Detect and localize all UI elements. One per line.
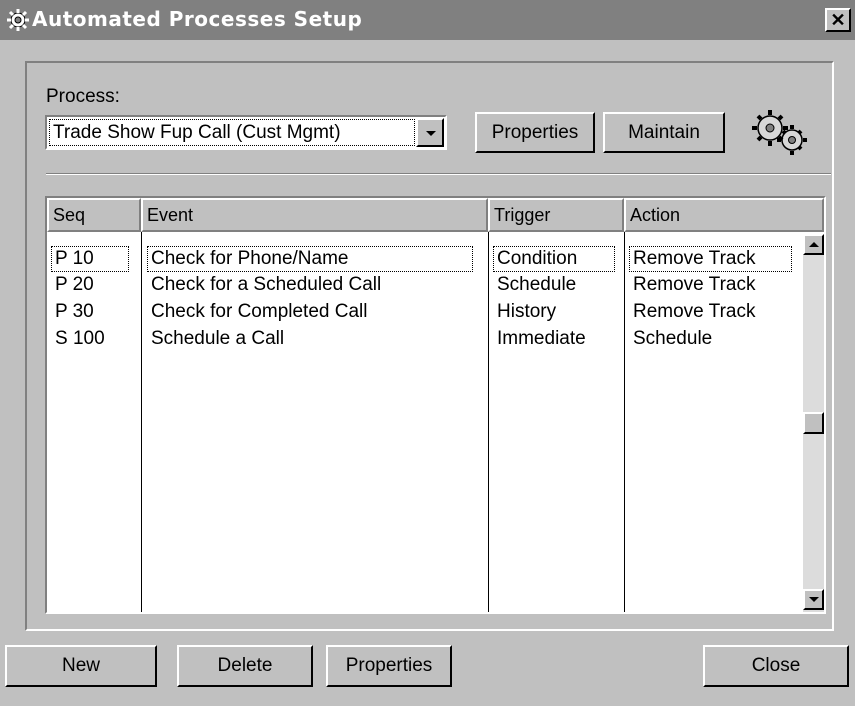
cell-seq: P 20 bbox=[55, 274, 94, 295]
column-divider bbox=[624, 232, 625, 612]
column-header-trigger[interactable]: Trigger bbox=[488, 198, 624, 232]
cell-event: Check for a Scheduled Call bbox=[151, 274, 382, 295]
scroll-down-button[interactable] bbox=[803, 589, 824, 610]
close-icon: ✕ bbox=[830, 10, 846, 30]
close-window-button[interactable]: ✕ bbox=[825, 8, 851, 32]
column-divider bbox=[141, 232, 142, 612]
event-list[interactable]: Seq Event Trigger Action P 10 Check for … bbox=[45, 196, 826, 614]
separator bbox=[46, 173, 831, 175]
cell-trigger: Condition bbox=[493, 246, 615, 272]
cell-event: Check for Completed Call bbox=[151, 301, 368, 322]
cell-action: Remove Track bbox=[633, 274, 756, 295]
vertical-scrollbar[interactable] bbox=[803, 234, 824, 612]
title-bar[interactable]: Automated Processes Setup ✕ bbox=[0, 0, 855, 40]
gears-icon bbox=[752, 110, 807, 155]
cell-trigger: History bbox=[497, 301, 557, 322]
cell-trigger: Immediate bbox=[497, 328, 586, 349]
cell-seq: S 100 bbox=[55, 328, 105, 349]
dropdown-button[interactable] bbox=[416, 118, 444, 147]
cell-seq: P 30 bbox=[55, 301, 94, 322]
cell-action: Schedule bbox=[633, 328, 713, 349]
process-dropdown[interactable]: Trade Show Fup Call (Cust Mgmt) bbox=[45, 115, 447, 150]
delete-button[interactable]: Delete bbox=[177, 645, 313, 687]
close-button[interactable]: Close bbox=[703, 645, 849, 687]
process-properties-button[interactable]: Properties bbox=[475, 112, 595, 153]
cell-action: Remove Track bbox=[629, 246, 792, 272]
chevron-down-icon bbox=[809, 597, 819, 602]
column-header-seq[interactable]: Seq bbox=[47, 198, 141, 232]
cell-trigger: Schedule bbox=[497, 274, 577, 295]
cell-seq: P 10 bbox=[51, 246, 129, 272]
process-selected-value[interactable]: Trade Show Fup Call (Cust Mgmt) bbox=[49, 119, 415, 146]
column-header-event[interactable]: Event bbox=[141, 198, 488, 232]
column-divider bbox=[488, 232, 489, 612]
new-button[interactable]: New bbox=[5, 645, 157, 687]
scroll-up-button[interactable] bbox=[803, 234, 824, 255]
cell-event: Schedule a Call bbox=[151, 328, 285, 349]
process-label: Process: bbox=[46, 86, 120, 107]
gear-icon bbox=[7, 9, 29, 31]
window-title: Automated Processes Setup bbox=[32, 7, 363, 31]
scroll-thumb[interactable] bbox=[803, 412, 824, 434]
maintain-button[interactable]: Maintain bbox=[603, 112, 725, 153]
chevron-up-icon bbox=[809, 242, 819, 247]
cell-action: Remove Track bbox=[633, 301, 756, 322]
chevron-down-icon bbox=[426, 131, 436, 136]
column-header-action[interactable]: Action bbox=[624, 198, 824, 232]
properties-button[interactable]: Properties bbox=[326, 645, 452, 687]
cell-event: Check for Phone/Name bbox=[147, 246, 473, 272]
